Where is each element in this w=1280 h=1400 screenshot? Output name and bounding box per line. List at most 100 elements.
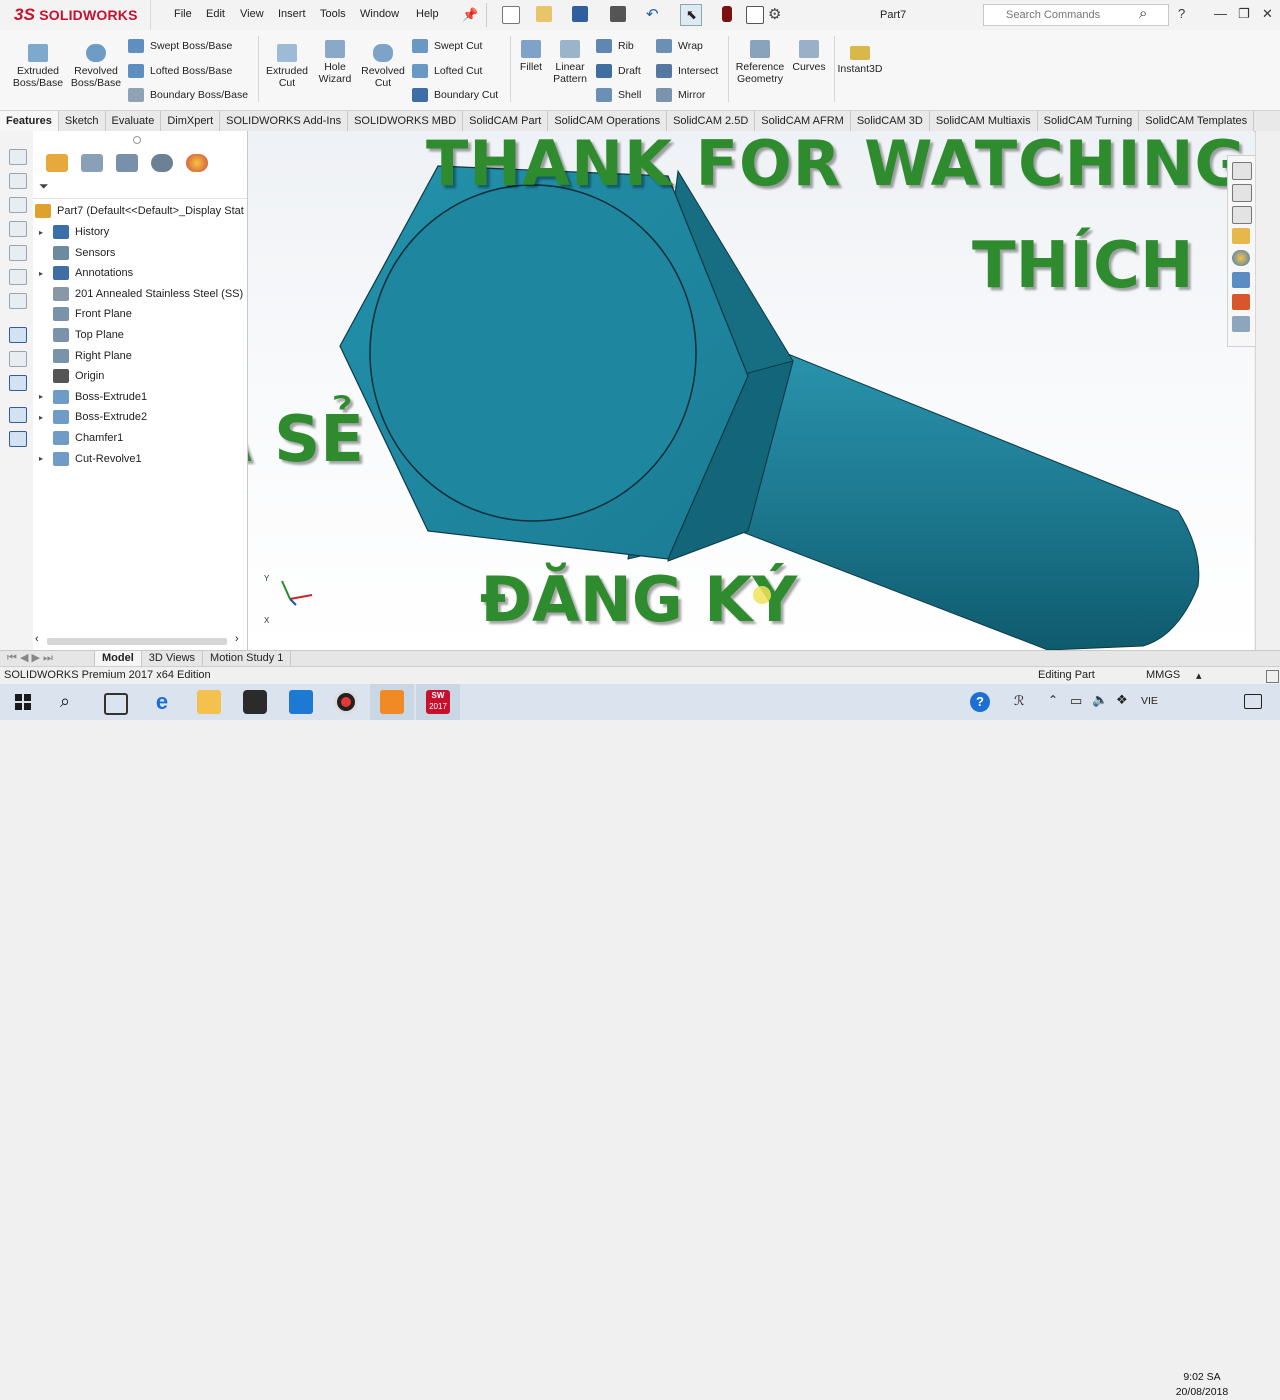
expand-arrow-icon[interactable]: ▸ xyxy=(35,413,47,422)
tab-navigation-arrows[interactable]: ⏮ ◀ ▶ ⏭ xyxy=(0,651,95,667)
tab-solidcam-multiaxis[interactable]: SolidCAM Multiaxis xyxy=(930,111,1038,131)
windows-start-icon[interactable] xyxy=(15,694,31,710)
reference-geometry-button[interactable]: Reference Geometry xyxy=(734,40,786,85)
lofted-boss-button[interactable]: Lofted Boss/Base xyxy=(128,64,232,78)
sketch-tool-icon[interactable] xyxy=(9,327,27,343)
tab-solidcam-operations[interactable]: SolidCAM Operations xyxy=(548,111,668,131)
design-library-icon[interactable] xyxy=(1232,206,1252,224)
toolbar-icon[interactable] xyxy=(9,351,27,367)
toolbar-icon[interactable] xyxy=(9,221,27,237)
menu-edit[interactable]: Edit xyxy=(206,8,225,20)
feedback-icon[interactable] xyxy=(1232,316,1250,332)
rebuild-icon[interactable] xyxy=(722,6,732,22)
file-explorer-taskbar-icon[interactable] xyxy=(197,690,221,714)
tab-dimxpert[interactable]: DimXpert xyxy=(161,111,221,131)
file-explorer-icon[interactable] xyxy=(1232,228,1250,244)
search-icon[interactable]: ⌕ xyxy=(1139,5,1147,22)
tree-item-right-plane[interactable]: Right Plane xyxy=(35,346,132,366)
solidworks-forum-icon[interactable] xyxy=(1232,294,1250,310)
menu-insert[interactable]: Insert xyxy=(278,8,306,20)
filter-icon[interactable]: ⏷ xyxy=(39,179,49,194)
volume-icon[interactable]: 🔈 xyxy=(1092,692,1108,708)
search-input[interactable] xyxy=(1004,8,1138,22)
mirror-button[interactable]: Mirror xyxy=(656,88,705,102)
tree-item-cut-revolve1[interactable]: ▸ Cut-Revolve1 xyxy=(35,449,142,469)
tree-item-origin[interactable]: Origin xyxy=(35,366,104,386)
help-taskbar-icon[interactable]: ? xyxy=(970,692,990,712)
revolved-boss-button[interactable]: Revolved Boss/Base xyxy=(70,44,122,89)
shell-button[interactable]: Shell xyxy=(596,88,641,102)
tree-horizontal-scrollbar[interactable]: ‹ › xyxy=(35,633,245,647)
tree-item-boss-extrude2[interactable]: ▸ Boss-Extrude2 xyxy=(35,407,147,427)
tab-sketch[interactable]: Sketch xyxy=(59,111,106,131)
extruded-cut-button[interactable]: Extruded Cut xyxy=(264,44,310,89)
scroll-thumb[interactable] xyxy=(47,638,227,645)
undo-icon[interactable]: ↶ xyxy=(646,5,659,23)
tree-item-top-plane[interactable]: Top Plane xyxy=(35,325,124,345)
print-icon[interactable] xyxy=(610,6,626,22)
solidworks-logo[interactable]: 3S SOLIDWORKS xyxy=(14,5,138,25)
units-label[interactable]: MMGS xyxy=(1146,669,1180,681)
instant3d-button[interactable]: Instant3D xyxy=(836,46,884,75)
search-commands-box[interactable]: ⌕ xyxy=(983,4,1169,26)
open-folder-icon[interactable] xyxy=(536,6,552,22)
input-language[interactable]: VIE xyxy=(1141,695,1158,707)
configuration-manager-tab-icon[interactable] xyxy=(116,154,138,172)
intersect-button[interactable]: Intersect xyxy=(656,64,718,78)
menu-view[interactable]: View xyxy=(240,8,264,20)
wrap-button[interactable]: Wrap xyxy=(656,39,703,53)
toolbar-icon[interactable] xyxy=(9,173,27,189)
tray-chevron-icon[interactable]: ⌃ xyxy=(1048,693,1058,707)
revolved-cut-button[interactable]: Revolved Cut xyxy=(360,44,406,89)
options-gear-icon[interactable]: ⚙ xyxy=(768,5,781,23)
select-icon[interactable]: ⬉ xyxy=(680,4,702,26)
store-icon[interactable] xyxy=(243,690,267,714)
linear-pattern-button[interactable]: Linear Pattern xyxy=(550,40,590,85)
expand-arrow-icon[interactable]: ▸ xyxy=(35,228,47,237)
menu-file[interactable]: File xyxy=(174,8,192,20)
notifications-icon[interactable] xyxy=(1244,694,1262,709)
curves-button[interactable]: Curves xyxy=(790,40,828,73)
scroll-left-icon[interactable]: ‹ xyxy=(35,633,39,645)
custom-properties-icon[interactable] xyxy=(1232,272,1250,288)
boundary-boss-button[interactable]: Boundary Boss/Base xyxy=(128,88,248,102)
scroll-right-icon[interactable]: › xyxy=(235,633,239,645)
search-taskbar-icon[interactable]: ⌕ xyxy=(60,691,70,712)
tab-mbd[interactable]: SOLIDWORKS MBD xyxy=(348,111,464,131)
swept-cut-button[interactable]: Swept Cut xyxy=(412,39,482,53)
home-icon[interactable] xyxy=(1232,162,1252,180)
hole-wizard-button[interactable]: Hole Wizard xyxy=(314,40,356,85)
solidworks-taskbar-icon[interactable]: SW 2017 xyxy=(426,690,450,714)
tree-root-part[interactable]: Part7 (Default<<Default>_Display Stat xyxy=(35,201,244,221)
dropbox-icon[interactable]: ❖ xyxy=(1116,692,1128,708)
help-icon[interactable]: ? xyxy=(1178,6,1185,21)
view-tool-icon[interactable] xyxy=(9,431,27,447)
tab-solidcam-25d[interactable]: SolidCAM 2.5D xyxy=(667,111,756,131)
collapse-handle-icon[interactable] xyxy=(133,136,141,144)
display-manager-tab-icon[interactable] xyxy=(186,154,208,172)
rib-button[interactable]: Rib xyxy=(596,39,634,53)
people-icon[interactable]: ℛ xyxy=(1014,693,1024,709)
recorder-icon[interactable] xyxy=(334,690,358,714)
tab-addins[interactable]: SOLIDWORKS Add-Ins xyxy=(220,111,349,131)
expand-arrow-icon[interactable]: ▸ xyxy=(35,392,47,401)
toolbar-icon[interactable] xyxy=(9,269,27,285)
tree-item-sensors[interactable]: Sensors xyxy=(35,243,115,263)
tab-solidcam-3d[interactable]: SolidCAM 3D xyxy=(851,111,930,131)
appearances-icon[interactable] xyxy=(1232,250,1250,266)
boundary-cut-button[interactable]: Boundary Cut xyxy=(412,88,498,102)
view-tool-icon[interactable] xyxy=(9,407,27,423)
expand-arrow-icon[interactable]: ▸ xyxy=(35,454,47,463)
restore-icon[interactable]: ❐ xyxy=(1238,6,1250,22)
tab-3d-views[interactable]: 3D Views xyxy=(142,651,204,667)
property-manager-tab-icon[interactable] xyxy=(81,154,103,172)
lofted-cut-button[interactable]: Lofted Cut xyxy=(412,64,482,78)
tree-item-chamfer1[interactable]: Chamfer1 xyxy=(35,428,123,448)
menu-tools[interactable]: Tools xyxy=(320,8,346,20)
menu-help[interactable]: Help xyxy=(416,8,439,20)
tree-item-front-plane[interactable]: Front Plane xyxy=(35,304,132,324)
swept-boss-button[interactable]: Swept Boss/Base xyxy=(128,39,232,53)
tab-solidcam-turning[interactable]: SolidCAM Turning xyxy=(1038,111,1140,131)
feature-manager-tab-icon[interactable] xyxy=(46,154,68,172)
fillet-button[interactable]: Fillet xyxy=(514,40,548,73)
